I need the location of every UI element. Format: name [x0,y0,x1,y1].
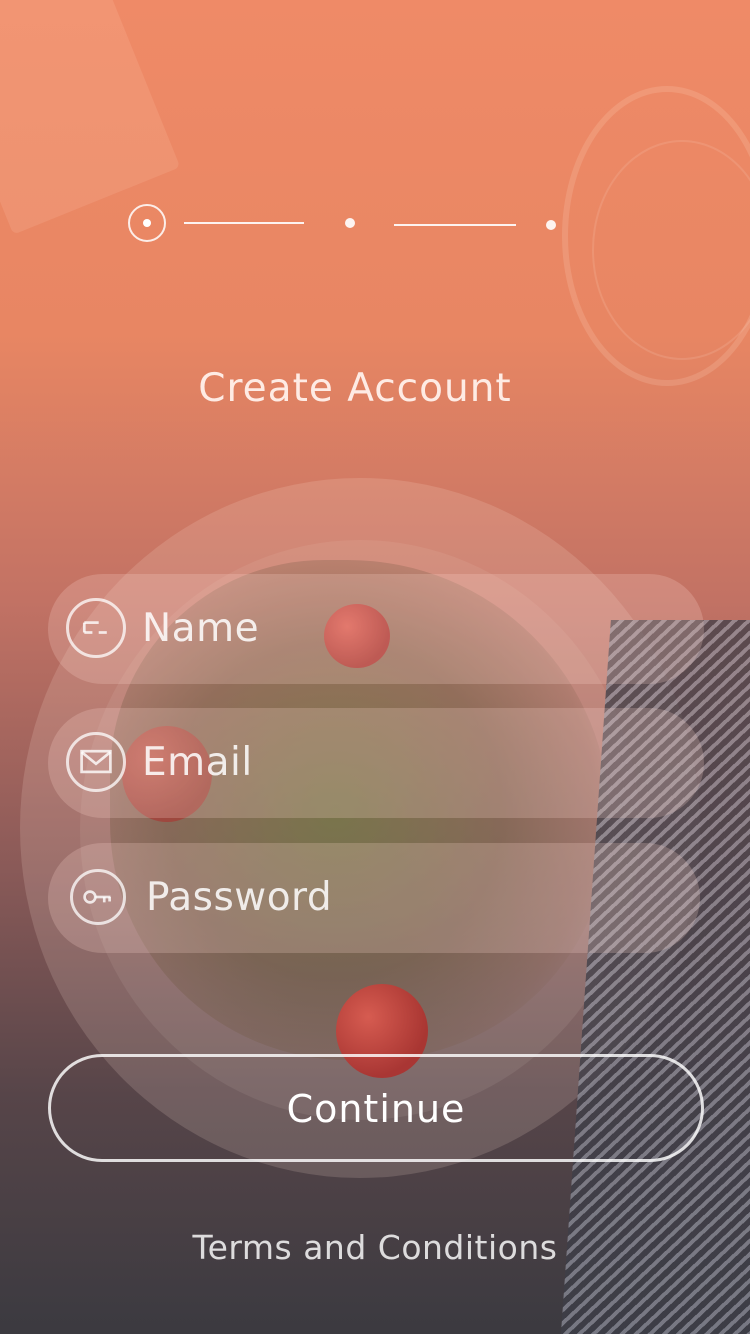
page-title: Create Account [0,366,710,411]
progress-stepper [0,0,750,300]
step-1-active-indicator [128,204,166,242]
person-card-icon [66,598,126,658]
step-connector [394,224,516,226]
email-field-placeholder: Email [142,740,253,785]
password-field[interactable]: Password [48,843,700,953]
envelope-icon [66,732,126,792]
step-connector [184,222,304,224]
page-title-text: Create Account [198,366,512,411]
password-field-placeholder: Password [146,875,333,920]
name-field-placeholder: Name [142,606,260,651]
step-3-indicator [546,220,556,230]
terms-and-conditions-link[interactable]: Terms and Conditions [0,1228,750,1267]
key-icon [70,869,126,925]
email-field[interactable]: Email [48,708,704,818]
step-2-indicator [345,218,355,228]
continue-button[interactable]: Continue [48,1054,704,1162]
name-field[interactable]: Name [48,574,704,684]
